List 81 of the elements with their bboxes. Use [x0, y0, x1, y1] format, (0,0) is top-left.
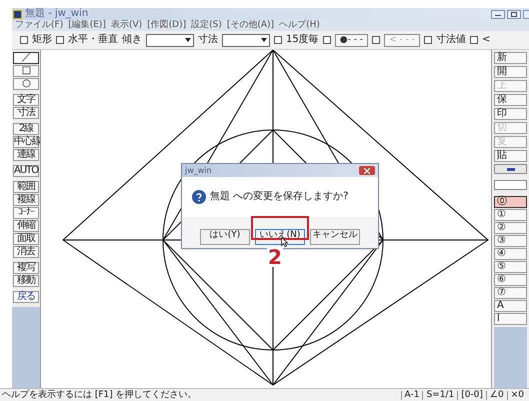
- tool-button[interactable]: 文字: [13, 94, 39, 106]
- menu-item[interactable]: ヘルプ(H): [279, 21, 320, 30]
- caret-icon: [185, 38, 191, 42]
- tool-button[interactable]: 消去: [13, 246, 39, 258]
- menu-item[interactable]: [作図(D)]: [147, 21, 186, 30]
- checkbox-label: 水平・垂直: [68, 35, 118, 45]
- layer-button[interactable]: ⑥: [494, 274, 527, 286]
- layer-button[interactable]: ②: [494, 222, 527, 234]
- menu-item[interactable]: 設定(S): [191, 21, 222, 30]
- close-button[interactable]: [359, 166, 375, 175]
- tool-button[interactable]: 印: [494, 108, 527, 120]
- window-title: 無題 - jw_win: [25, 9, 88, 19]
- caret-icon: [261, 38, 267, 42]
- tool-button[interactable]: ／: [13, 52, 39, 64]
- tool-button[interactable]: 伸縮: [13, 220, 39, 232]
- tool-button[interactable]: 範囲: [13, 181, 39, 193]
- tool-button[interactable]: 貼: [494, 150, 527, 162]
- tool-button[interactable]: 開: [494, 66, 527, 78]
- tool-button[interactable]: AUTO: [13, 165, 39, 177]
- menu-item[interactable]: ファイル(F): [15, 21, 64, 30]
- status-field: ∠0: [486, 390, 507, 400]
- field-label: 傾き: [122, 35, 142, 45]
- layer-button[interactable]: ①: [494, 209, 527, 221]
- checkbox[interactable]: [322, 36, 331, 44]
- dropdown-field[interactable]: [222, 34, 270, 46]
- dialog-message: 無題 への変更を保存しますか?: [210, 192, 348, 202]
- dropdown-field[interactable]: [146, 34, 194, 46]
- layer-button[interactable]: ⓪: [494, 196, 527, 208]
- checkbox-label: 寸法値: [436, 35, 466, 45]
- maximize-button[interactable]: [507, 10, 521, 18]
- annotation-number: 2: [267, 247, 283, 267]
- tool-button[interactable]: 2線: [13, 123, 39, 135]
- checkbox[interactable]: [424, 36, 432, 44]
- dialog-button[interactable]: はい(Y): [200, 229, 250, 245]
- dialog-title: jw_win: [185, 166, 212, 174]
- tool-button[interactable]: 寸法: [13, 107, 39, 119]
- status-field: ×0: [506, 390, 527, 400]
- question-icon: [192, 190, 206, 204]
- tool-button[interactable]: ｺｰﾅｰ: [13, 207, 39, 219]
- status-text: ヘルプを表示するには [F1] を押してください。: [2, 390, 197, 400]
- layer-button[interactable]: ⑤: [494, 261, 527, 273]
- layer-button[interactable]: A: [494, 300, 527, 312]
- layer-button[interactable]: l: [494, 313, 527, 325]
- highlight-frame: [251, 216, 309, 240]
- checkbox[interactable]: [274, 36, 282, 44]
- tool-button[interactable]: □: [13, 65, 39, 77]
- checkbox[interactable]: [56, 36, 64, 44]
- checkbox[interactable]: [20, 36, 28, 44]
- field-label: 寸法: [198, 35, 218, 45]
- tool-button[interactable]: 複写: [13, 262, 39, 274]
- tool-button[interactable]: ○: [13, 78, 39, 90]
- checkbox-label: 15度毎: [286, 35, 319, 45]
- tool-button[interactable]: 戻る: [13, 291, 39, 303]
- status-field: S=1/1: [422, 390, 458, 400]
- layer-button[interactable]: ③: [494, 235, 527, 247]
- layer-button[interactable]: ⑦: [494, 287, 527, 299]
- tool-button[interactable]: 新: [494, 52, 527, 64]
- checkbox-label: <: [482, 35, 490, 45]
- checkbox-label: 矩形: [32, 35, 52, 45]
- panel-background: [494, 327, 527, 388]
- menu-item[interactable]: [その他(A)]: [226, 21, 274, 30]
- status-field: A-1: [400, 390, 422, 400]
- dialog-button[interactable]: キャンセル: [310, 229, 360, 245]
- tool-button[interactable]: [494, 164, 527, 174]
- status-field: [0-0]: [457, 390, 486, 400]
- line-style-button[interactable]: ●- - -: [334, 34, 368, 46]
- app-icon: [13, 10, 22, 18]
- close-icon: [364, 168, 370, 174]
- menu-item[interactable]: [編集(E)]: [68, 21, 106, 30]
- checkbox[interactable]: [470, 36, 478, 44]
- tool-button[interactable]: 保: [494, 94, 527, 106]
- close-button[interactable]: [523, 10, 529, 18]
- checkbox[interactable]: [372, 36, 380, 44]
- input-field[interactable]: [494, 180, 527, 190]
- tool-button[interactable]: 面取: [13, 233, 39, 245]
- tool-button[interactable]: 複線: [13, 194, 39, 206]
- menu-item[interactable]: 表示(V): [110, 21, 142, 30]
- minimize-button[interactable]: [491, 10, 505, 18]
- layer-button[interactable]: ④: [494, 248, 527, 260]
- tool-button[interactable]: 連線: [13, 149, 39, 161]
- tool-button[interactable]: 移動: [13, 275, 39, 287]
